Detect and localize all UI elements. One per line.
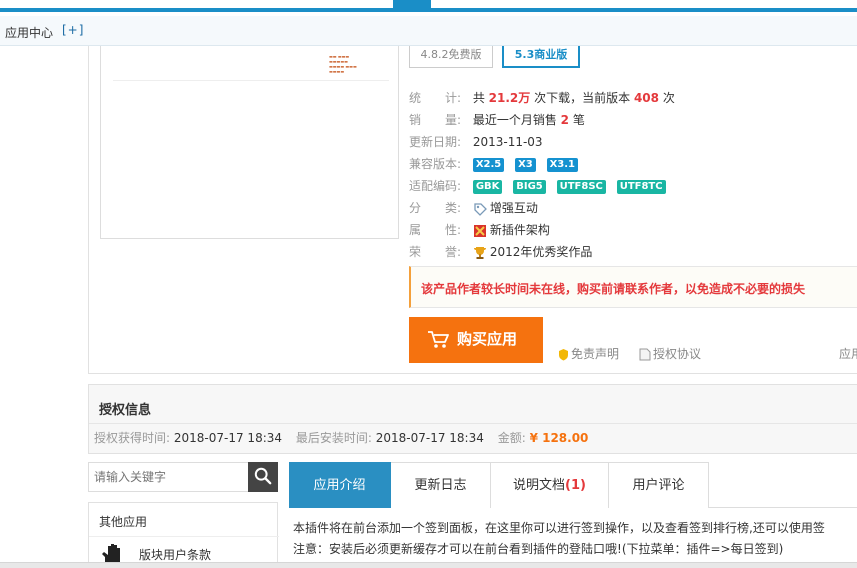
auth-amount-label: 金额: bbox=[497, 431, 526, 445]
downloads-prefix: 共 bbox=[472, 91, 485, 105]
compat-row: 兼容版本: X2.5 X3 X3.1 bbox=[409, 154, 585, 174]
compat-badge: X3.1 bbox=[546, 157, 579, 172]
tab-docs[interactable]: 说明文档(1) bbox=[491, 462, 609, 508]
auth-installed-value: 2018-07-17 18:34 bbox=[375, 431, 484, 445]
attribute-row: 属 性: 新插件架构 bbox=[409, 220, 550, 240]
auth-installed-label: 最后安装时间: bbox=[295, 431, 372, 445]
search-icon bbox=[254, 467, 272, 484]
other-apps-panel: 其他应用 版块用户条款 bbox=[88, 502, 279, 568]
tab-docs-label: 说明文档 bbox=[513, 478, 566, 493]
category-label: 分 类: bbox=[409, 201, 462, 215]
offline-author-warning: 该产品作者较长时间未在线，购买前请联系作者，以免造成不必要的损失 bbox=[409, 266, 857, 308]
update-date-label: 更新日期: bbox=[409, 135, 462, 149]
sales-label: 销 量: bbox=[409, 113, 462, 127]
tag-icon bbox=[474, 202, 487, 216]
cart-icon bbox=[428, 331, 449, 348]
downloads-suffix: 次 bbox=[662, 91, 675, 105]
intro-text-line-1: 本插件将在前台添加一个签到面板，在这里你可以进行签到操作，以及查看签到排行榜,还… bbox=[293, 521, 825, 535]
update-date-value: 2013-11-03 bbox=[472, 135, 543, 149]
auth-acquired-value: 2018-07-17 18:34 bbox=[173, 431, 283, 445]
encoding-badge: UTF8TC bbox=[616, 179, 666, 194]
sales-count: 2 bbox=[560, 113, 570, 127]
attribute-value: 新插件架构 bbox=[489, 223, 550, 237]
detail-tabs: 应用介绍 更新日志 说明文档(1) 用户评论 bbox=[289, 462, 857, 508]
honor-label: 荣 誉: bbox=[409, 245, 462, 259]
sales-suffix: 笔 bbox=[572, 113, 585, 127]
other-apps-divider bbox=[89, 536, 279, 537]
trophy-icon bbox=[473, 246, 486, 259]
encoding-row: 适配编码: GBK BIG5 UTF8SC UTF8TC bbox=[409, 176, 673, 196]
license-label: 授权协议 bbox=[653, 347, 702, 361]
app-center-bar: 应用中心 [+] bbox=[0, 16, 857, 46]
buy-app-label: 购买应用 bbox=[457, 331, 518, 348]
compat-label: 兼容版本: bbox=[409, 157, 462, 171]
screenshot-caption-art: ▬▬ ▬▬▬ ▬▬▬▬▬ ▬▬▬▬ ▬▬▬ ▬▬▬▬ bbox=[329, 54, 357, 74]
downloads-total: 21.2万 bbox=[488, 91, 531, 105]
document-icon bbox=[639, 348, 651, 361]
app-link-truncated[interactable]: 应用 bbox=[839, 345, 857, 362]
other-app-item[interactable]: 版块用户条款 bbox=[139, 546, 211, 563]
tab-reviews[interactable]: 用户评论 bbox=[609, 462, 709, 508]
category-row: 分 类: 增强互动 bbox=[409, 198, 538, 218]
downloads-current: 408 bbox=[633, 91, 660, 105]
sales-prefix: 最近一个月销售 bbox=[472, 113, 557, 127]
auth-details: 授权获得时间: 2018-07-17 18:34 最后安装时间: 2018-07… bbox=[94, 429, 588, 446]
app-center-expand-button[interactable]: [+] bbox=[62, 23, 84, 37]
buy-app-button[interactable]: 购买应用 bbox=[409, 317, 543, 363]
other-apps-title: 其他应用 bbox=[99, 515, 148, 529]
auth-amount-value: ¥ 128.00 bbox=[529, 431, 589, 445]
encoding-label: 适配编码: bbox=[409, 179, 462, 193]
auth-title: 授权信息 bbox=[99, 403, 152, 418]
category-link[interactable]: 增强互动 bbox=[490, 201, 538, 215]
auth-divider bbox=[89, 423, 857, 424]
screenshot-divider bbox=[113, 80, 389, 81]
compat-badge: X2.5 bbox=[472, 157, 505, 172]
compat-badge: X3 bbox=[515, 157, 536, 172]
tab-changelog[interactable]: 更新日志 bbox=[391, 462, 491, 508]
license-agreement-link[interactable]: 授权协议 bbox=[639, 345, 701, 362]
puzzle-icon bbox=[473, 224, 486, 237]
version-free-tab[interactable]: 4.8.2免费版 bbox=[409, 46, 493, 68]
version-commercial-tab[interactable]: 5.3商业版 bbox=[502, 46, 580, 68]
honor-row: 荣 誉: 2012年优秀奖作品 bbox=[409, 242, 592, 262]
top-stripe bbox=[0, 0, 857, 12]
disclaimer-label: 免责声明 bbox=[571, 347, 620, 361]
warning-text: 该产品作者较长时间未在线，购买前请联系作者，以免造成不必要的损失 bbox=[421, 282, 806, 296]
product-screenshot[interactable]: ▬▬ ▬▬▬ ▬▬▬▬▬ ▬▬▬▬ ▬▬▬ ▬▬▬▬ bbox=[100, 46, 399, 239]
downloads-row: 统 计: 共 21.2万 次下载，当前版本 408 次 bbox=[409, 88, 675, 108]
update-date-row: 更新日期: 2013-11-03 bbox=[409, 132, 543, 152]
search-button[interactable] bbox=[248, 462, 278, 492]
tab-docs-count: (1) bbox=[565, 478, 586, 493]
downloads-mid: 次下载，当前版本 bbox=[534, 91, 631, 105]
horizontal-scrollbar[interactable] bbox=[0, 562, 857, 568]
app-center-link[interactable]: 应用中心 bbox=[5, 24, 53, 41]
encoding-badge: BIG5 bbox=[513, 179, 546, 194]
encoding-badge: GBK bbox=[472, 179, 503, 194]
top-nav-indicator bbox=[393, 0, 431, 12]
authorization-panel: 授权信息 授权获得时间: 2018-07-17 18:34 最后安装时间: 20… bbox=[88, 384, 857, 454]
attribute-label: 属 性: bbox=[409, 223, 462, 237]
shield-icon bbox=[559, 349, 568, 361]
search-input[interactable] bbox=[88, 462, 248, 492]
downloads-label: 统 计: bbox=[409, 91, 462, 105]
encoding-badge: UTF8SC bbox=[556, 179, 606, 194]
auth-acquired-label: 授权获得时间: bbox=[94, 431, 171, 445]
intro-text-line-2: 注意：安装后必须更新缓存才可以在前台看到插件的登陆口哦!(下拉菜单：插件=>每日… bbox=[293, 542, 784, 556]
disclaimer-link[interactable]: 免责声明 bbox=[557, 345, 619, 362]
sales-row: 销 量: 最近一个月销售 2 笔 bbox=[409, 110, 585, 130]
honor-value: 2012年优秀奖作品 bbox=[489, 245, 593, 259]
tab-intro[interactable]: 应用介绍 bbox=[289, 462, 391, 508]
